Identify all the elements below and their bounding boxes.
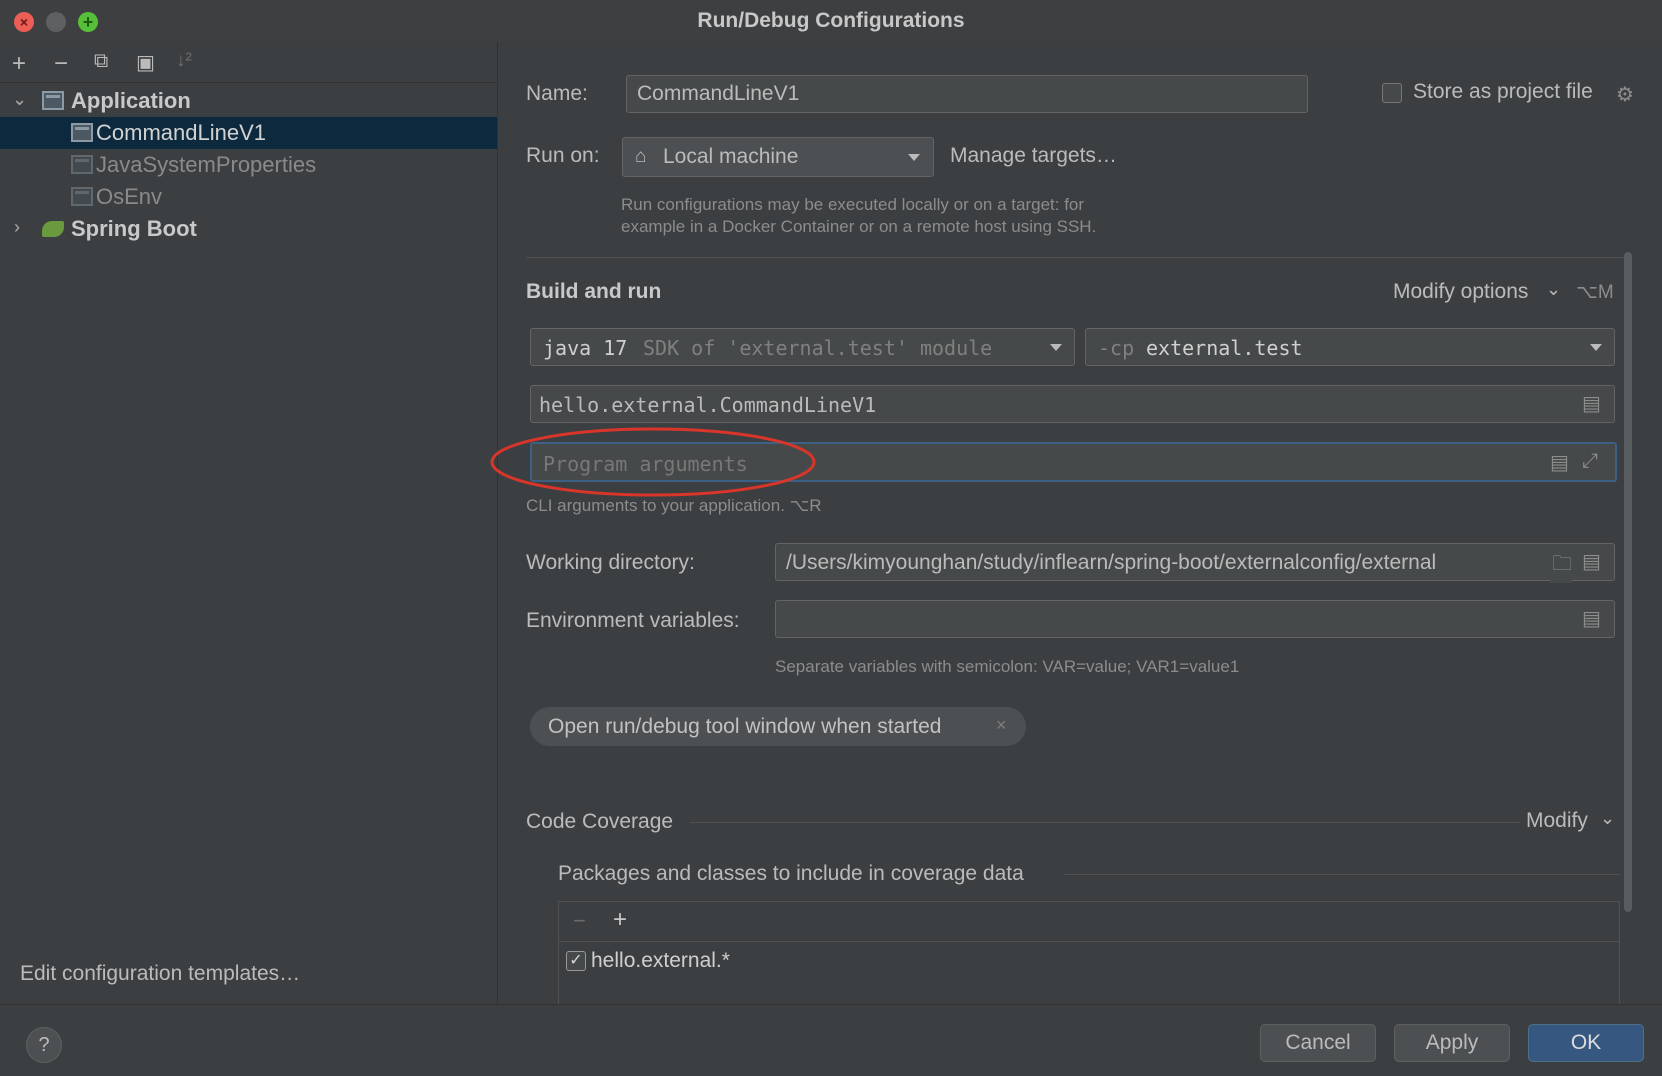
code-coverage-heading: Code Coverage [526, 810, 674, 833]
run-on-hint-line2: example in a Docker Container or on a re… [621, 217, 1097, 236]
coverage-item[interactable]: ✓ hello.external.* [559, 944, 1619, 978]
add-icon[interactable]: + [12, 50, 26, 78]
name-label: Name: [526, 82, 588, 105]
environment-variables-field[interactable]: ▤ [775, 600, 1615, 638]
main-class-value: hello.external.CommandLineV1 [539, 393, 877, 417]
program-arguments-hint: CLI arguments to your application. ⌥R [526, 496, 822, 515]
toolbar-divider [0, 82, 497, 83]
working-directory-value: /Users/kimyounghan/study/inflearn/spring… [786, 551, 1437, 574]
sdk-value: java 17 [543, 336, 628, 360]
working-directory-label: Working directory: [526, 551, 695, 574]
store-as-project-checkbox[interactable] [1382, 83, 1402, 103]
help-button[interactable]: ? [26, 1027, 62, 1063]
coverage-item-checkbox[interactable]: ✓ [566, 951, 586, 971]
edit-templates-link[interactable]: Edit configuration templates… [20, 962, 300, 986]
store-as-project-label: Store as project file [1413, 80, 1593, 103]
working-directory-field[interactable]: /Users/kimyounghan/study/inflearn/spring… [775, 543, 1615, 583]
edit-variables-icon[interactable]: ▤ [1582, 606, 1601, 631]
sort-icon[interactable]: ↓² [176, 50, 192, 72]
coverage-divider [690, 822, 1520, 823]
environment-variables-hint: Separate variables with semicolon: VAR=v… [775, 657, 1240, 676]
insert-macro-icon[interactable]: ▤ [1550, 450, 1569, 475]
build-and-run-heading: Build and run [526, 280, 662, 303]
red-ellipse-annotation [490, 427, 816, 497]
modify-coverage-link[interactable]: Modify [1526, 809, 1588, 833]
open-tool-window-chip[interactable]: Open run/debug tool window when started … [530, 707, 1026, 746]
folder-icon[interactable]: 🗀 [1550, 549, 1572, 583]
browse-class-icon[interactable]: ▤ [1582, 391, 1601, 416]
sdk-dropdown[interactable]: java 17 SDK of 'external.test' module [530, 328, 1075, 366]
chevron-down-icon: ⌄ [1600, 808, 1616, 828]
tree-label-application: Application [71, 88, 191, 113]
tree-item-osenv[interactable]: OsEnv [0, 181, 497, 213]
spring-boot-icon [42, 221, 64, 237]
scrollbar[interactable] [1624, 252, 1632, 912]
manage-targets-link[interactable]: Manage targets… [950, 144, 1117, 168]
title-bar: × + Run/Debug Configurations [0, 0, 1662, 42]
name-field[interactable]: CommandLineV1 [626, 75, 1308, 113]
sdk-detail: SDK of 'external.test' module [643, 336, 993, 360]
classpath-dropdown[interactable]: -cp external.test [1085, 328, 1615, 366]
coverage-packages-list: − + ✓ hello.external.* [558, 901, 1620, 1004]
remove-icon[interactable]: − [573, 908, 586, 934]
gear-icon[interactable]: ⚙ [1616, 82, 1634, 107]
cancel-button[interactable]: Cancel [1260, 1024, 1376, 1062]
environment-variables-label: Environment variables: [526, 609, 740, 632]
chevron-right-icon[interactable]: › [14, 217, 20, 238]
main-class-field[interactable]: hello.external.CommandLineV1 ▤ [530, 385, 1615, 423]
name-value: CommandLineV1 [637, 82, 800, 105]
home-icon: ⌂ [635, 146, 647, 167]
expand-icon[interactable]: ⤢ [1582, 450, 1598, 473]
modify-options-shortcut: ⌥M [1576, 282, 1614, 303]
ok-button[interactable]: OK [1528, 1024, 1644, 1062]
chevron-down-icon[interactable]: ⌄ [12, 89, 27, 110]
close-icon[interactable]: × [996, 715, 1007, 736]
run-on-hint-line1: Run configurations may be executed local… [621, 195, 1085, 214]
copy-icon[interactable]: ⧉ [94, 50, 108, 73]
tree-node-application[interactable]: ⌄ Application [0, 85, 497, 117]
run-debug-dialog: × + Run/Debug Configurations + − ⧉ ▣ ↓² … [0, 0, 1662, 1076]
modify-options-link[interactable]: Modify options [1393, 280, 1528, 304]
cp-value: external.test [1146, 336, 1303, 360]
chevron-down-icon: ⌄ [1546, 279, 1562, 299]
remove-icon[interactable]: − [54, 50, 68, 78]
tree-item-label: JavaSystemProperties [96, 152, 317, 177]
packages-label: Packages and classes to include in cover… [558, 862, 1024, 885]
tree-item-javasystemproperties[interactable]: JavaSystemProperties [0, 149, 497, 181]
tree-label-spring-boot: Spring Boot [71, 216, 197, 241]
chevron-down-icon [1590, 344, 1602, 351]
coverage-item-label: hello.external.* [591, 949, 730, 972]
chevron-down-icon [1050, 344, 1062, 351]
application-config-icon [71, 155, 93, 174]
tree-item-label: OsEnv [96, 184, 163, 209]
section-divider [526, 257, 1626, 258]
application-config-icon [71, 187, 93, 206]
window-title: Run/Debug Configurations [697, 9, 965, 32]
add-icon[interactable]: + [613, 906, 627, 934]
tree-item-label: CommandLineV1 [96, 120, 266, 145]
chevron-down-icon [908, 154, 920, 161]
coverage-list-toolbar: − + [559, 902, 1619, 942]
application-config-icon [71, 123, 93, 142]
tree-item-commandlinev1[interactable]: CommandLineV1 [0, 117, 497, 149]
run-on-value: Local machine [663, 145, 799, 168]
application-icon [42, 91, 64, 110]
tree-node-spring-boot[interactable]: › Spring Boot [0, 213, 497, 245]
run-on-label: Run on: [526, 144, 600, 167]
new-folder-icon[interactable]: ▣ [136, 50, 155, 75]
cp-prefix: -cp [1098, 336, 1135, 360]
run-on-dropdown[interactable]: ⌂ Local machine [622, 137, 934, 177]
chip-label: Open run/debug tool window when started [548, 715, 942, 738]
insert-macro-icon[interactable]: ▤ [1582, 549, 1601, 574]
packages-divider [1064, 874, 1620, 875]
apply-button[interactable]: Apply [1394, 1024, 1510, 1062]
config-tree-panel: + − ⧉ ▣ ↓² ⌄ Application CommandLineV1 J… [0, 42, 498, 1004]
